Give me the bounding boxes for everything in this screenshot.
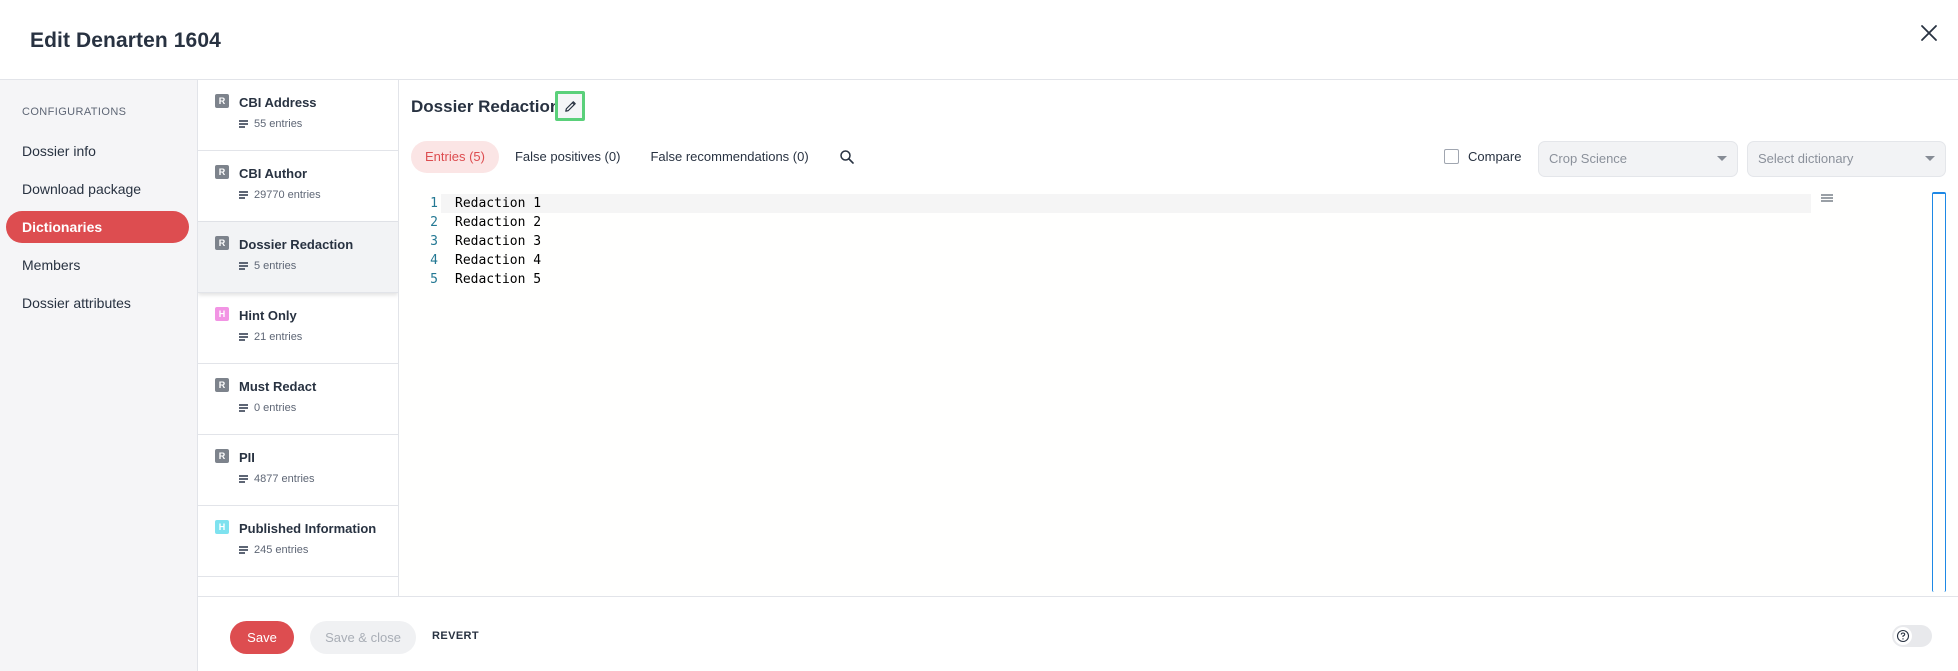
dictionary-type-badge: R xyxy=(215,236,229,250)
code-line[interactable]: Redaction 2 xyxy=(455,213,541,232)
entry-count-text: 29770 entries xyxy=(254,189,321,201)
edit-dictionary-button[interactable] xyxy=(555,91,585,121)
entries-icon xyxy=(239,120,248,128)
code-line[interactable]: Redaction 5 xyxy=(455,270,541,289)
chevron-down-icon xyxy=(1925,156,1935,161)
compare-toggle[interactable]: Compare xyxy=(1444,149,1521,164)
dictionary-list: R CBI Address 55 entries R CBI Author 29770 e… xyxy=(198,80,399,596)
dictionary-item[interactable]: R CBI Address 55 entries xyxy=(198,80,398,151)
dictionary-name: Published Information xyxy=(239,521,377,536)
search-icon xyxy=(839,150,854,164)
nav-section-label: CONFIGURATIONS xyxy=(22,106,127,118)
dictionary-entry-count: 245 entries xyxy=(239,544,308,556)
dialog-title: Edit Denarten 1604 xyxy=(30,29,221,52)
nav-item-download-package[interactable]: Download package xyxy=(6,173,189,205)
line-number-gutter: 1 2 3 4 5 xyxy=(399,194,445,289)
line-number: 1 xyxy=(430,196,438,211)
entries-icon xyxy=(239,475,248,483)
dictionary-item[interactable]: R Dossier Redaction 5 entries xyxy=(198,222,398,293)
close-button[interactable] xyxy=(1914,18,1944,48)
entry-count-text: 5 entries xyxy=(254,260,297,272)
entries-icon xyxy=(239,191,248,199)
entry-tabs: Entries (5) False positives (0) False re… xyxy=(411,141,861,173)
help-toggle-knob xyxy=(1894,627,1912,645)
code-editor[interactable]: 12345 Redaction 1 Redaction 2 Redaction 3R… xyxy=(399,190,1958,596)
current-line-highlight xyxy=(441,194,1811,213)
tab-entries[interactable]: Entries (5) xyxy=(411,141,499,173)
dictionary-title: Dossier Redaction xyxy=(411,97,561,116)
dialog-footer: Save Save & close REVERT xyxy=(198,596,1958,671)
dictionary-entry-count: 4877 entries xyxy=(239,473,315,485)
settings-nav: CONFIGURATIONS Dossier info Download pac… xyxy=(0,80,198,671)
save-and-close-button[interactable]: Save & close xyxy=(310,621,416,654)
dictionary-select[interactable]: Select dictionary xyxy=(1747,141,1946,177)
dictionary-editor-panel: Dossier Redaction Entries (5) False posi… xyxy=(399,80,1958,596)
entries-icon xyxy=(239,404,248,412)
help-mode-toggle[interactable] xyxy=(1892,625,1932,647)
tab-false-recommendations[interactable]: False recommendations (0) xyxy=(636,141,822,173)
nav-item-dossier-info[interactable]: Dossier info xyxy=(6,135,189,167)
entries-icon xyxy=(239,546,248,554)
search-button[interactable] xyxy=(833,143,861,171)
pencil-icon xyxy=(564,100,576,112)
help-icon xyxy=(1896,629,1910,643)
dictionary-item[interactable]: R PII 4877 entries xyxy=(198,435,398,506)
code-line[interactable]: Redaction 3 xyxy=(455,232,541,251)
compare-checkbox[interactable] xyxy=(1444,149,1459,164)
dictionary-entry-count: 29770 entries xyxy=(239,189,321,201)
entries-icon xyxy=(239,262,248,270)
nav-item-dossier-attributes[interactable]: Dossier attributes xyxy=(6,287,189,319)
entry-count-text: 4877 entries xyxy=(254,473,315,485)
nav-item-members[interactable]: Members xyxy=(6,249,189,281)
dictionary-type-badge: R xyxy=(215,378,229,392)
minimap[interactable] xyxy=(1821,194,1833,202)
revert-button[interactable]: REVERT xyxy=(432,630,479,642)
entry-count-text: 21 entries xyxy=(254,331,303,343)
dictionary-name: CBI Author xyxy=(239,166,308,181)
code-line[interactable]: Redaction 1 xyxy=(455,194,541,213)
tab-false-positives[interactable]: False positives (0) xyxy=(501,141,634,173)
edit-dossier-dialog: Edit Denarten 1604 CONFIGURATIONS Dossie… xyxy=(0,0,1958,671)
save-button[interactable]: Save xyxy=(230,621,294,654)
entry-count-text: 245 entries xyxy=(254,544,309,556)
dictionary-type-badge: H xyxy=(215,307,229,321)
compare-label: Compare xyxy=(1468,149,1522,164)
dictionary-name: CBI Address xyxy=(239,95,317,110)
entry-count-text: 0 entries xyxy=(254,402,297,414)
dictionary-name: PII xyxy=(239,450,255,465)
template-select-value: Crop Science xyxy=(1549,151,1628,166)
dictionary-entry-count: 5 entries xyxy=(239,260,296,272)
chevron-down-icon xyxy=(1717,156,1727,161)
dictionary-name: Hint Only xyxy=(239,308,297,323)
dictionary-item[interactable]: R CBI Author 29770 entries xyxy=(198,151,398,222)
editor-scrollbar[interactable] xyxy=(1932,192,1946,592)
code-line[interactable]: Redaction 4 xyxy=(455,251,541,270)
dictionary-select-placeholder: Select dictionary xyxy=(1758,151,1854,166)
dictionary-type-badge: H xyxy=(215,520,229,534)
dictionary-entry-count: 0 entries xyxy=(239,402,296,414)
dictionary-type-badge: R xyxy=(215,165,229,179)
editor-content[interactable]: Redaction 1 Redaction 2 Redaction 3 Redacti… xyxy=(455,194,541,289)
dictionary-item[interactable]: H Hint Only 21 entries xyxy=(198,293,398,364)
dictionary-type-badge: R xyxy=(215,449,229,463)
template-select[interactable]: Crop Science xyxy=(1538,141,1738,177)
dictionary-item[interactable]: R Must Redact 0 entries xyxy=(198,364,398,435)
dictionary-item[interactable]: H Published Information 245 entries xyxy=(198,506,398,577)
dictionary-entry-count: 55 entries xyxy=(239,118,302,130)
nav-item-dictionaries[interactable]: Dictionaries xyxy=(6,211,189,243)
line-number: 2 xyxy=(430,215,438,230)
line-number: 5 xyxy=(430,272,438,287)
dialog-header: Edit Denarten 1604 xyxy=(0,0,1958,80)
dictionary-name: Must Redact xyxy=(239,379,317,394)
entries-icon xyxy=(239,333,248,341)
entry-count-text: 55 entries xyxy=(254,118,303,130)
line-number: 3 xyxy=(430,234,438,249)
line-number: 4 xyxy=(430,253,438,268)
close-icon xyxy=(1921,25,1937,41)
dictionary-type-badge: R xyxy=(215,94,229,108)
dictionary-name: Dossier Redaction xyxy=(239,237,354,252)
dictionary-entry-count: 21 entries xyxy=(239,331,302,343)
